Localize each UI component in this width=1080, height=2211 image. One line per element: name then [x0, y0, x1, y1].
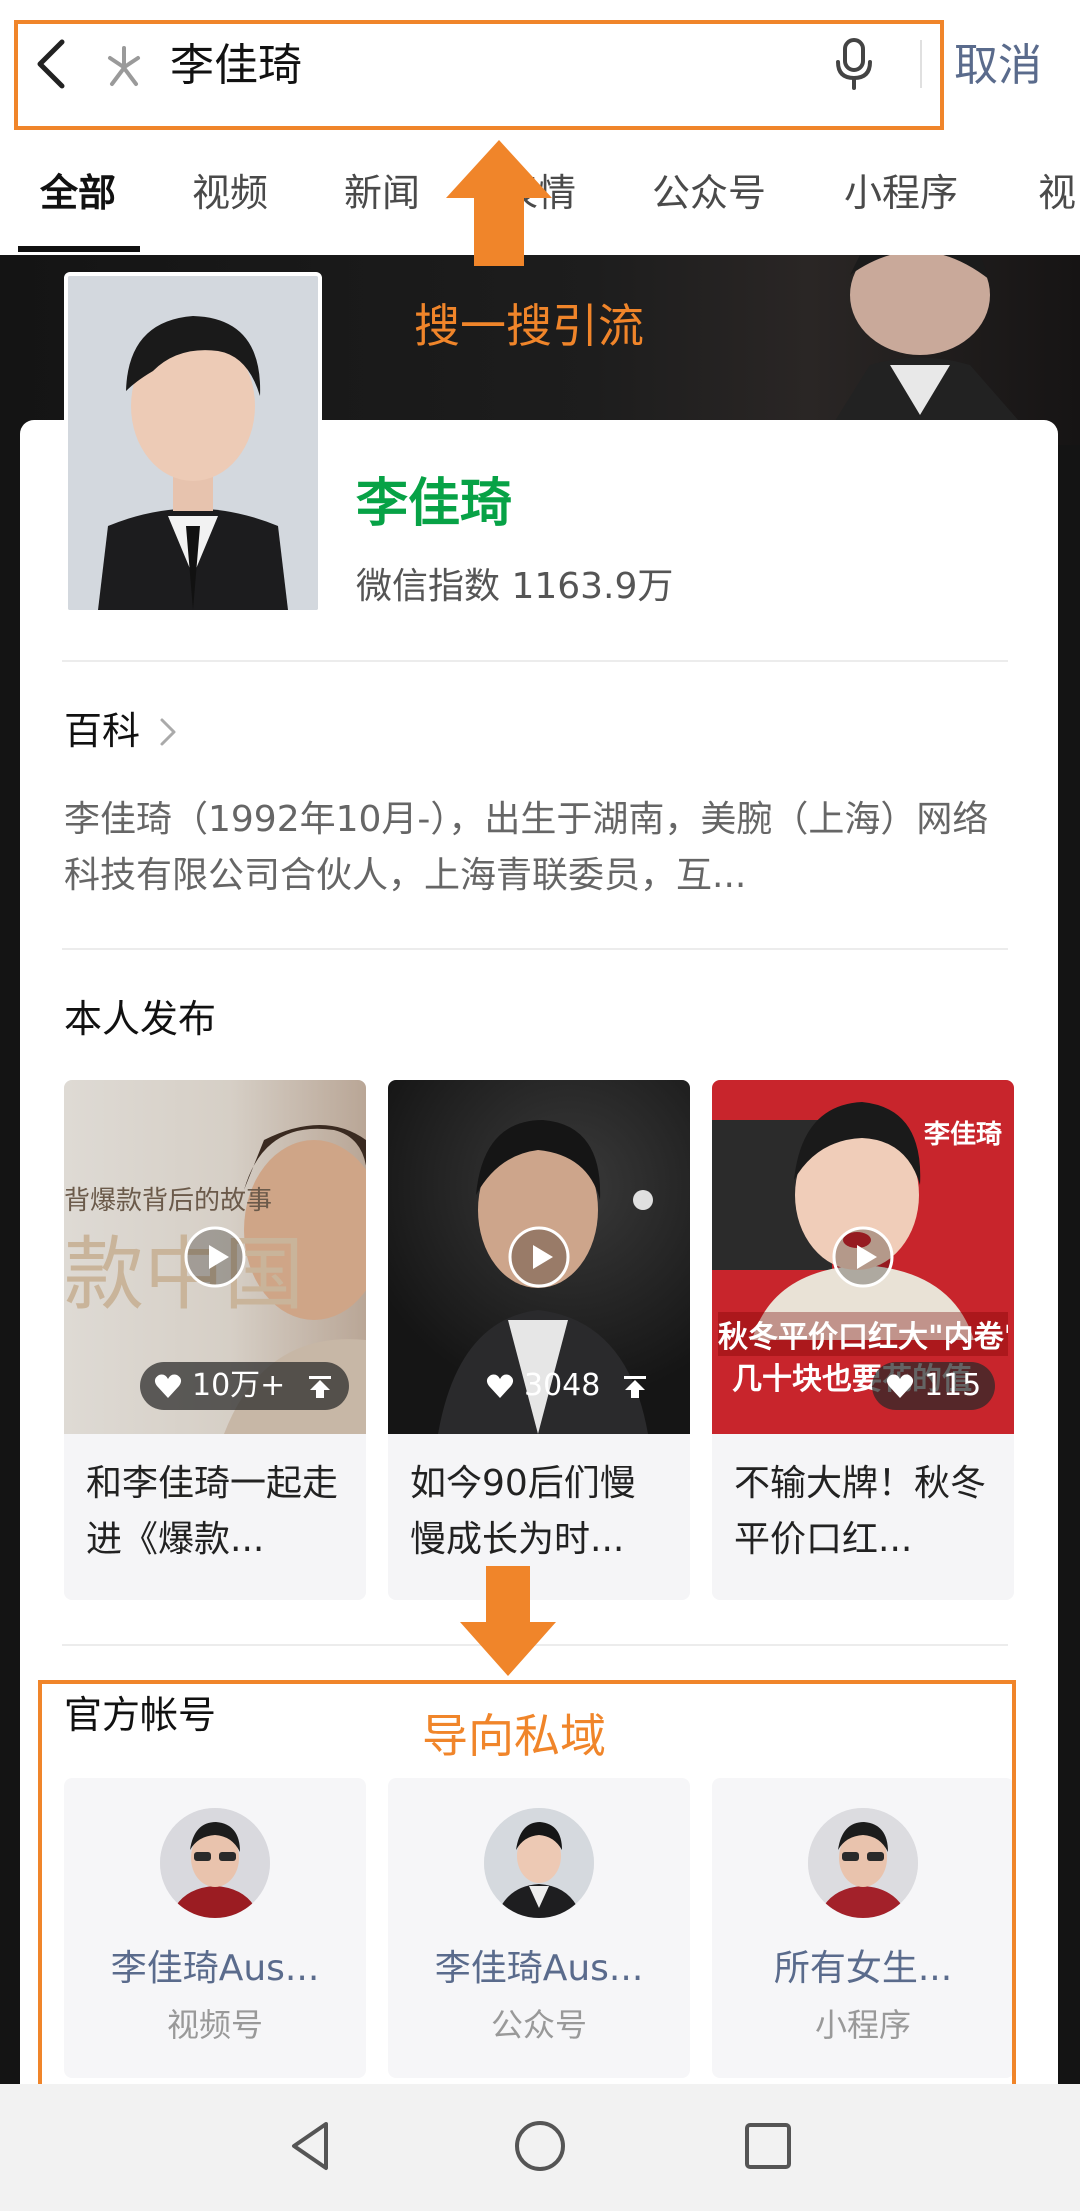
annotation-text-bottom: 导向私域 — [422, 1709, 606, 1763]
video-card[interactable]: 背爆款背后的故事 款中国 10万+ 和李佳琦一起走进《爆款... — [64, 1080, 366, 1600]
profile-name[interactable]: 李佳琦 — [356, 472, 512, 536]
nav-recent-icon[interactable] — [738, 2116, 798, 2176]
tab-indicator — [18, 246, 140, 252]
cancel-button[interactable]: 取消 — [954, 36, 1042, 96]
profile-portrait-image — [68, 276, 318, 610]
tab-video[interactable]: 视频 — [192, 166, 268, 220]
tab-all[interactable]: 全部 — [40, 166, 116, 220]
thumbnail-overlay-text: 秋冬平价口红大"内卷" — [718, 1312, 1008, 1356]
like-count: 10万+ — [192, 1368, 286, 1403]
play-icon[interactable] — [507, 1225, 571, 1289]
like-count-badge: 3048 — [472, 1362, 664, 1410]
tab-official-accounts[interactable]: 公众号 — [652, 166, 766, 220]
video-thumbnail: 3048 — [388, 1080, 690, 1434]
heart-icon — [154, 1374, 182, 1398]
play-icon[interactable] — [183, 1225, 247, 1289]
brand-badge: 李佳琦 — [924, 1120, 1003, 1150]
annotation-box-search — [14, 20, 944, 130]
video-title[interactable]: 和李佳琦一起走进《爆款... — [86, 1456, 346, 1568]
video-thumbnail: 背爆款背后的故事 款中国 10万+ — [64, 1080, 366, 1434]
play-icon[interactable] — [831, 1225, 895, 1289]
heart-icon — [886, 1374, 914, 1398]
profile-photo[interactable] — [64, 272, 322, 614]
encyclopedia-text[interactable]: 李佳琦（1992年10月-），出生于湖南，美腕（上海）网络科技有限公司合伙人，上… — [64, 792, 1014, 904]
like-count: 3048 — [524, 1368, 601, 1403]
system-nav-bar — [0, 2084, 1080, 2211]
like-count-badge: 115 — [872, 1362, 996, 1410]
like-count: 115 — [924, 1368, 982, 1403]
nav-back-icon[interactable] — [280, 2116, 340, 2176]
divider — [62, 660, 1008, 662]
pin-icon — [624, 1376, 647, 1398]
encyclopedia-title[interactable]: 百科 — [64, 704, 140, 758]
video-title[interactable]: 如今90后们慢慢成长为时... — [410, 1456, 670, 1568]
tab-more[interactable]: 视 — [1038, 166, 1076, 220]
tab-mini-programs[interactable]: 小程序 — [844, 166, 958, 220]
pin-icon — [309, 1376, 332, 1398]
divider — [62, 948, 1008, 950]
chevron-right-icon[interactable] — [156, 714, 180, 750]
personal-posts-title: 本人发布 — [64, 997, 217, 1041]
annotation-text-top: 搜一搜引流 — [414, 299, 644, 353]
video-card[interactable]: 李佳琦 秋冬平价口红大"内卷" 几十块也要花的值 115 不输大牌！秋冬平价口红… — [712, 1080, 1014, 1600]
like-count-badge: 10万+ — [140, 1362, 350, 1410]
arrow-up-icon — [446, 140, 552, 266]
arrow-down-icon — [460, 1566, 556, 1676]
video-card[interactable]: 3048 如今90后们慢慢成长为时... — [388, 1080, 690, 1600]
tab-news[interactable]: 新闻 — [344, 166, 420, 220]
video-title[interactable]: 不输大牌！秋冬平价口红... — [734, 1456, 994, 1568]
hero-figure-image — [820, 255, 1040, 445]
nav-home-icon[interactable] — [510, 2116, 570, 2176]
video-thumbnail: 李佳琦 秋冬平价口红大"内卷" 几十块也要花的值 115 — [712, 1080, 1014, 1434]
wechat-index: 微信指数 1163.9万 — [356, 566, 674, 607]
heart-icon — [486, 1374, 514, 1398]
